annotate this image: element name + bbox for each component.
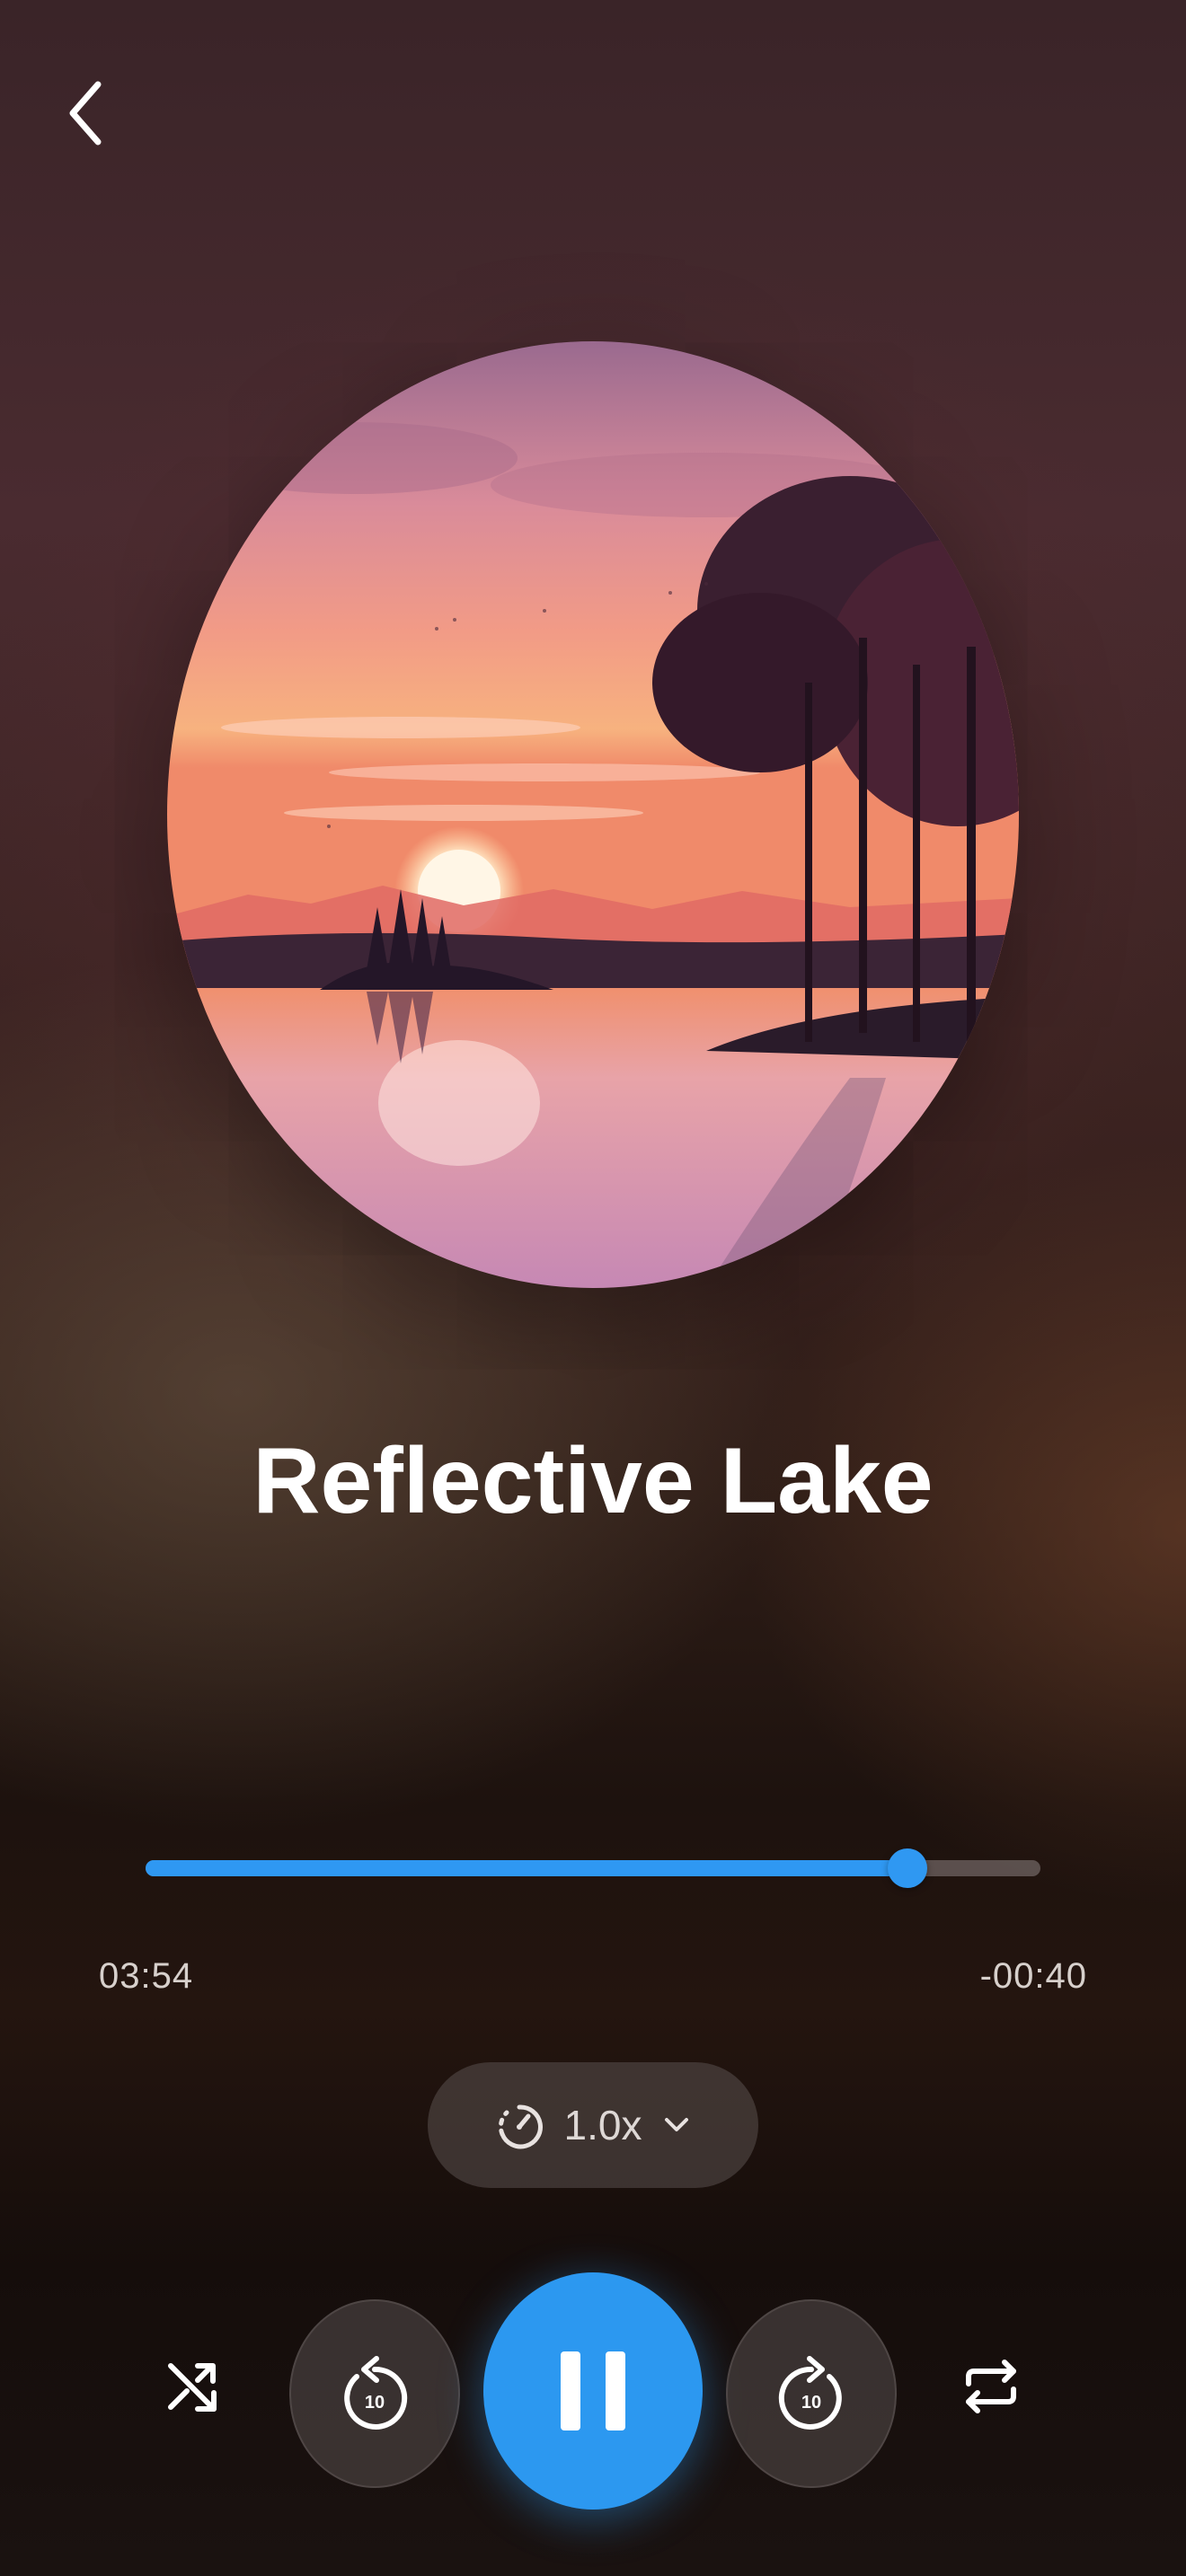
lake-sunset-artwork	[167, 341, 1019, 1288]
speed-label: 1.0x	[563, 2102, 642, 2148]
chevron-down-icon	[665, 2118, 689, 2131]
progress-bar[interactable]	[146, 1848, 1040, 1888]
pause-icon	[561, 2351, 625, 2430]
elapsed-time: 03:54	[99, 1956, 194, 1996]
repeat-icon	[966, 2360, 1016, 2413]
album-artwork	[167, 341, 1019, 1288]
forward-10-button[interactable]: 10	[726, 2299, 897, 2488]
remaining-time: -00:40	[979, 1956, 1087, 1996]
forward-10-icon: 10	[778, 2356, 842, 2430]
forward-seconds-label: 10	[801, 2393, 821, 2413]
track-title: Reflective Lake	[252, 1429, 934, 1533]
progress-thumb[interactable]	[887, 1848, 927, 1888]
repeat-button[interactable]	[951, 2346, 1031, 2427]
shuffle-button[interactable]	[153, 2346, 234, 2427]
progress-fill	[146, 1860, 907, 1876]
pause-button[interactable]	[483, 2272, 703, 2510]
shuffle-icon	[168, 2363, 217, 2412]
chevron-left-icon	[69, 81, 102, 146]
rewind-seconds-label: 10	[365, 2393, 385, 2413]
rewind-10-icon: 10	[344, 2356, 408, 2430]
player-screen: Reflective Lake 03:54 -00:40 1.0x 10 10	[0, 0, 1186, 2576]
rewind-10-button[interactable]: 10	[289, 2299, 460, 2488]
back-button[interactable]	[50, 68, 122, 158]
playback-speed-button[interactable]: 1.0x	[428, 2062, 758, 2188]
speedometer-icon	[498, 2104, 543, 2149]
